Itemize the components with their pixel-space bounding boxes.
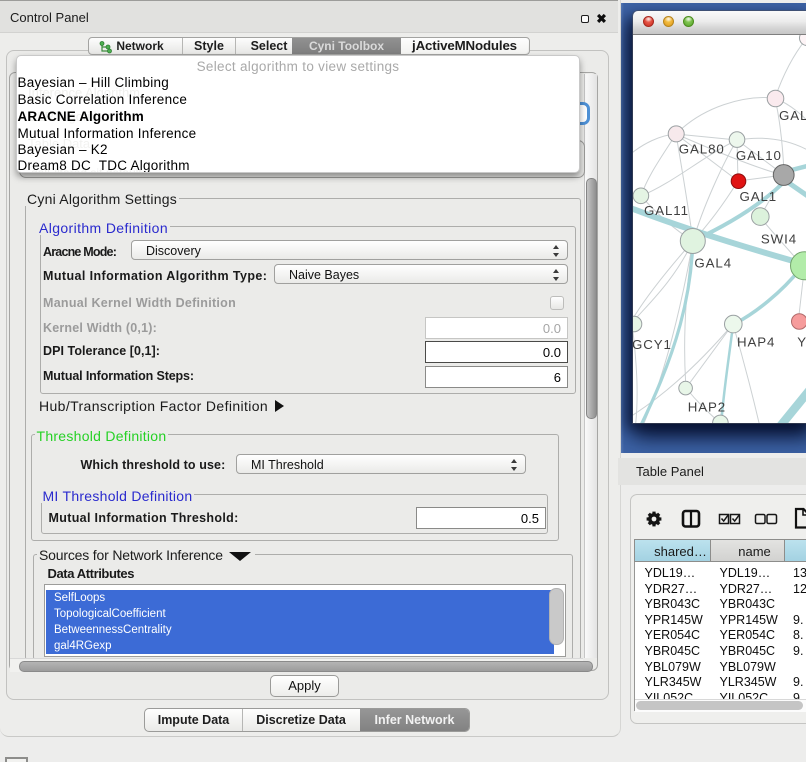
svg-text:YJ: YJ <box>797 335 806 350</box>
svg-text:GAL4: GAL4 <box>694 256 732 271</box>
svg-text:GAL80: GAL80 <box>679 142 725 157</box>
svg-text:HAP2: HAP2 <box>688 400 726 415</box>
svg-text:GAL11: GAL11 <box>644 203 689 218</box>
svg-text:GCY1: GCY1 <box>633 337 672 352</box>
svg-text:GAL10: GAL10 <box>736 148 782 163</box>
svg-text:GAL8: GAL8 <box>779 108 806 123</box>
svg-text:HAP4: HAP4 <box>737 335 775 350</box>
svg-text:GAL1: GAL1 <box>740 189 778 204</box>
svg-text:SWI4: SWI4 <box>761 232 797 247</box>
